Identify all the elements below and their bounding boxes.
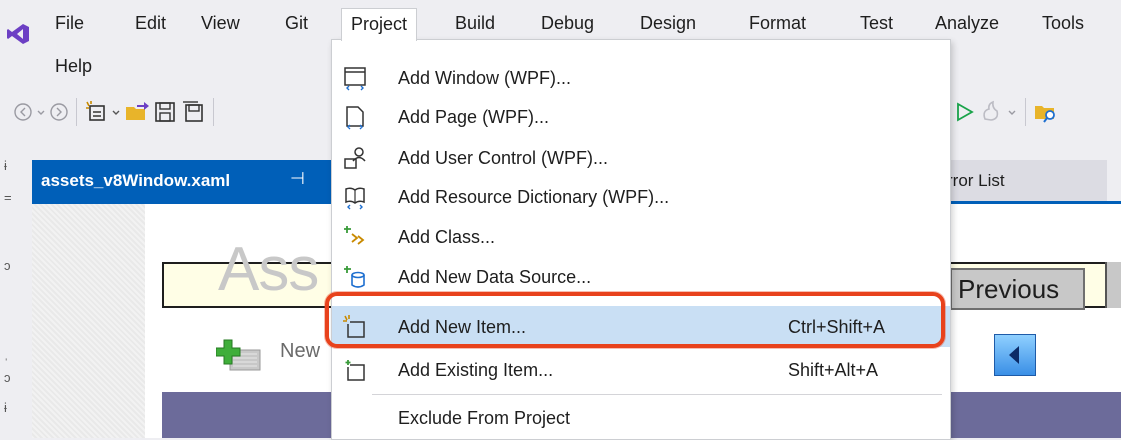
menu-item-exclude-from-project[interactable]: Exclude From Project (332, 397, 950, 438)
new-item-icon (343, 315, 365, 338)
menu-help[interactable]: Help (46, 51, 101, 81)
menu-design[interactable]: Design (631, 8, 705, 38)
menu-item-label: Add User Control (WPF)... (398, 148, 609, 168)
menu-separator (372, 394, 942, 395)
visual-studio-logo-icon (7, 24, 29, 44)
new-dropdown-icon[interactable] (109, 101, 123, 123)
menu-item-add-class[interactable]: Add Class... (332, 216, 950, 257)
menu-item-shortcut: Ctrl+Shift+A (788, 317, 886, 337)
save-icon[interactable] (151, 99, 179, 125)
back-dropdown-icon[interactable] (34, 101, 48, 123)
start-icon[interactable] (953, 99, 977, 125)
gutter-marker-icon: ˌ (4, 346, 9, 361)
menu-file[interactable]: File (46, 8, 93, 38)
gutter-marker-icon: ɨ (4, 400, 7, 415)
error-list-tab[interactable]: rror List (947, 160, 1107, 201)
previous-button[interactable]: Previous (950, 268, 1085, 310)
existing-item-icon (345, 360, 365, 381)
open-folder-icon[interactable] (123, 99, 151, 125)
menu-item-add-window[interactable]: Add Window (WPF)... (332, 57, 950, 98)
left-gutter: ɨ = ɔ ˌ ɔ ɨ (0, 150, 30, 438)
data-source-icon (344, 266, 365, 288)
menu-edit[interactable]: Edit (126, 8, 175, 38)
menu-project[interactable]: Project (341, 8, 418, 41)
menu-item-add-page[interactable]: Add Page (WPF)... (332, 96, 950, 137)
user-control-icon (344, 147, 366, 169)
error-list-tab-label: rror List (947, 171, 1005, 190)
menu-item-label: Add Window (WPF)... (398, 68, 572, 88)
document-tab-label: assets_v8Window.xaml (41, 171, 231, 190)
gutter-marker-icon: = (4, 190, 12, 205)
find-in-files-icon[interactable] (1032, 99, 1060, 125)
new-project-icon[interactable] (83, 99, 109, 125)
nav-back-button[interactable] (994, 334, 1036, 376)
menu-item-shortcut: Shift+Alt+A (788, 360, 879, 380)
page-icon (346, 106, 364, 130)
project-menu: Add Window (WPF)... Add Page (WPF)... Ad… (331, 39, 951, 440)
menu-item-label: Exclude From Project (398, 408, 571, 428)
menu-item-add-data-source[interactable]: Add New Data Source... (332, 256, 950, 297)
menu-debug[interactable]: Debug (532, 8, 603, 38)
resource-dictionary-icon (345, 187, 365, 210)
menu-test[interactable]: Test (851, 8, 902, 38)
menu-item-label: Add Page (WPF)... (398, 107, 550, 127)
class-icon (344, 226, 365, 245)
menu-view[interactable]: View (192, 8, 249, 38)
assets-title-text: Ass (218, 235, 319, 304)
menu-tools[interactable]: Tools (1033, 8, 1093, 38)
window-icon (344, 67, 366, 91)
menu-item-label: Add New Item... (398, 317, 527, 337)
menu-item-add-resource-dictionary[interactable]: Add Resource Dictionary (WPF)... (332, 176, 950, 217)
gutter-marker-icon: ɔ (4, 258, 11, 273)
hot-reload-dropdown-icon[interactable] (1005, 101, 1019, 123)
menu-item-add-new-item[interactable]: Add New Item... Ctrl+Shift+A (332, 306, 950, 347)
menu-item-label: Add Class... (398, 227, 496, 247)
left-triangle-icon (1009, 346, 1019, 364)
pin-icon[interactable]: ⊣ (290, 169, 305, 189)
forward-icon[interactable] (48, 101, 70, 123)
menu-build[interactable]: Build (446, 8, 504, 38)
menu-item-add-existing-item[interactable]: Add Existing Item... Shift+Alt+A (332, 349, 950, 390)
save-all-icon[interactable] (179, 99, 207, 125)
new-record-label: New (280, 340, 321, 362)
new-record-icon[interactable] (216, 334, 264, 374)
gutter-marker-icon: ɨ (4, 158, 7, 173)
designer-margin (32, 204, 145, 438)
menu-item-label: Add Existing Item... (398, 360, 554, 380)
toolbar-right (953, 95, 1060, 129)
menu-item-add-user-control[interactable]: Add User Control (WPF)... (332, 137, 950, 178)
menu-item-label: Add Resource Dictionary (WPF)... (398, 187, 670, 207)
menu-git[interactable]: Git (276, 8, 317, 38)
menu-item-label: Add New Data Source... (398, 267, 592, 287)
document-tab[interactable]: assets_v8Window.xaml ⊣ (32, 160, 332, 201)
gutter-marker-icon: ɔ (4, 370, 11, 385)
toolbar-left (12, 95, 220, 129)
menu-format[interactable]: Format (740, 8, 815, 38)
hot-reload-icon[interactable] (977, 99, 1005, 125)
menu-analyze[interactable]: Analyze (926, 8, 1008, 38)
back-icon[interactable] (12, 101, 34, 123)
next-button-edge[interactable] (1105, 262, 1121, 308)
